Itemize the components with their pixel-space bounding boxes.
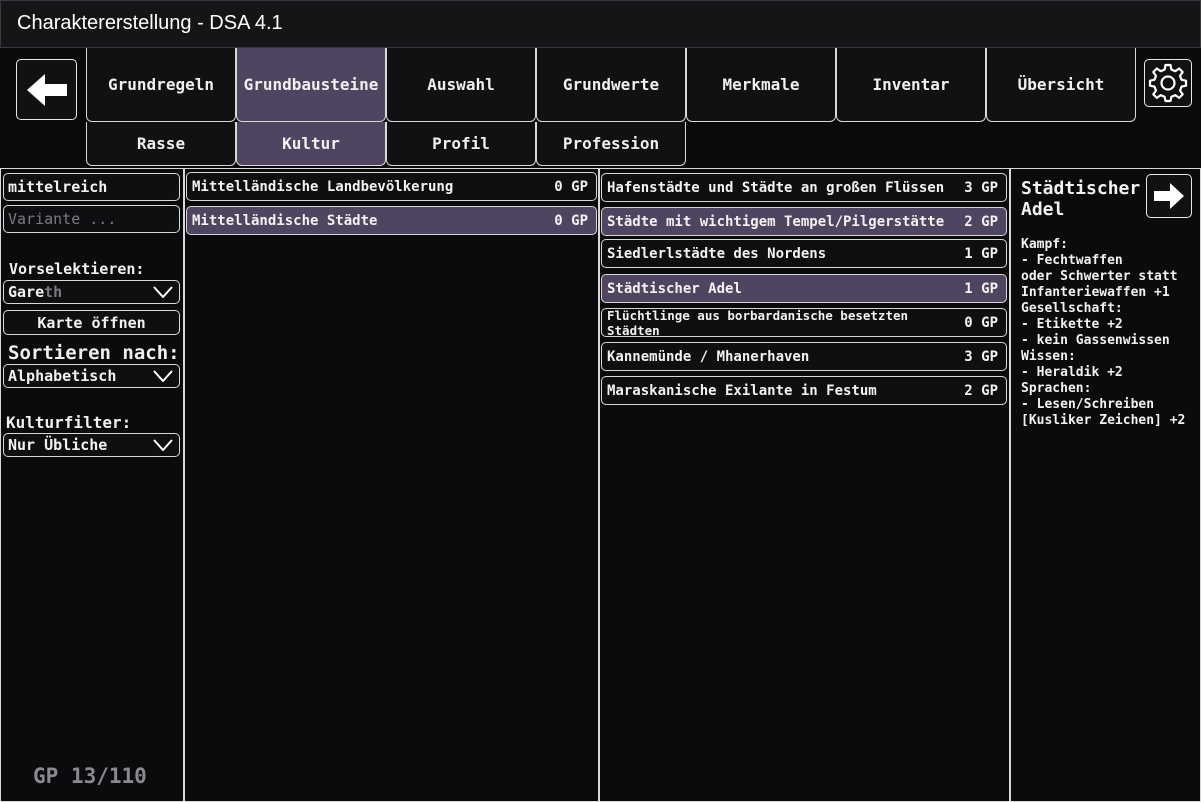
list-item[interactable]: Maraskanische Exilante in Festum 2 GP	[601, 376, 1007, 405]
tab-inventar[interactable]: Inventar	[836, 48, 986, 122]
tab-label: Profession	[562, 134, 660, 153]
preselect-label: Vorselektieren:	[9, 260, 145, 278]
tab-grundbausteine[interactable]: Grundbausteine	[236, 48, 386, 122]
variant-gp: 3 GP	[964, 179, 998, 196]
subtab-profession[interactable]: Profession	[536, 122, 686, 166]
variant-name: Maraskanische Exilante in Festum	[607, 382, 877, 399]
window-title: Charaktererstellung - DSA 4.1	[17, 12, 283, 34]
chevron-down-icon	[153, 370, 173, 382]
arrow-left-icon	[26, 73, 67, 106]
detail-title: Städtischer Adel	[1021, 178, 1141, 220]
tab-label: Inventar	[872, 75, 950, 94]
variant-gp: 0 GP	[964, 314, 998, 331]
variant-name: Siedlerlstädte des Nordens	[607, 245, 827, 262]
tab-label: Auswahl	[427, 75, 495, 94]
chevron-down-icon	[153, 439, 173, 451]
list-item[interactable]: Siedlerlstädte des Nordens 1 GP	[601, 239, 1007, 268]
tab-label: Profil	[432, 134, 490, 153]
variant-input-placeholder: Variante ...	[8, 210, 117, 228]
variant-gp: 1 GP	[964, 280, 998, 297]
tab-grundregeln[interactable]: Grundregeln	[86, 48, 236, 122]
back-button[interactable]	[16, 59, 77, 120]
tab-merkmale[interactable]: Merkmale	[686, 48, 836, 122]
tab-label: Grundbausteine	[243, 75, 379, 94]
search-input[interactable]: mittelreich	[3, 173, 180, 201]
variant-name: Städtischer Adel	[607, 280, 742, 297]
tab-auswahl[interactable]: Auswahl	[386, 48, 536, 122]
sort-dropdown[interactable]: Alphabetisch	[3, 364, 180, 388]
detail-line: Infanteriewaffen +1	[1021, 285, 1170, 300]
culture-list-panel	[184, 168, 599, 802]
culture-gp: 0 GP	[554, 212, 588, 229]
variant-gp: 2 GP	[964, 382, 998, 399]
variant-name: Kannemünde / Mhanerhaven	[607, 348, 810, 365]
list-item[interactable]: Städtischer Adel 1 GP	[601, 274, 1007, 303]
list-item[interactable]: Flüchtlinge aus borbardanische besetzten…	[601, 307, 1007, 338]
chevron-down-icon	[153, 286, 173, 298]
variant-name: Hafenstädte und Städte an großen Flüssen	[607, 179, 945, 196]
tab-label: Übersicht	[1017, 75, 1105, 94]
detail-line: - Fechtwaffen	[1021, 253, 1123, 268]
variant-gp: 1 GP	[964, 245, 998, 262]
detail-title-line: Adel	[1021, 199, 1065, 220]
subtab-rasse[interactable]: Rasse	[86, 122, 236, 166]
list-item[interactable]: Kannemünde / Mhanerhaven 3 GP	[601, 342, 1007, 371]
detail-line: Kampf:	[1021, 237, 1068, 252]
culture-gp: 0 GP	[554, 178, 588, 195]
list-item[interactable]: Hafenstädte und Städte an großen Flüssen…	[601, 173, 1007, 202]
settings-button[interactable]	[1144, 59, 1192, 107]
sort-label: Sortieren nach:	[8, 342, 180, 364]
preselect-dropdown[interactable]: Gare th	[3, 280, 180, 304]
detail-title-line: Städtischer	[1021, 178, 1141, 199]
preselect-value: Gare	[8, 283, 45, 301]
list-item[interactable]: Mittelländische Städte 0 GP	[186, 206, 597, 235]
arrow-right-icon	[1154, 183, 1184, 209]
tab-grundwerte[interactable]: Grundwerte	[536, 48, 686, 122]
tab-label: Kultur	[282, 134, 340, 153]
detail-line: - Heraldik +2	[1021, 365, 1123, 380]
culture-filter-value: Nur Übliche	[8, 436, 108, 454]
detail-line: oder Schwerter statt	[1021, 269, 1178, 284]
detail-line: Sprachen:	[1021, 381, 1092, 396]
preselect-autocomplete-hint: th	[44, 283, 63, 301]
title-bar: Charaktererstellung - DSA 4.1	[0, 0, 1201, 48]
list-item[interactable]: Mittelländische Landbevölkerung 0 GP	[186, 172, 597, 201]
sort-value: Alphabetisch	[8, 367, 117, 385]
culture-name: Mittelländische Städte	[192, 212, 378, 229]
variant-gp: 2 GP	[964, 213, 998, 230]
open-map-label: Karte öffnen	[37, 313, 146, 332]
culture-name: Mittelländische Landbevölkerung	[192, 178, 454, 195]
tab-label: Merkmale	[722, 75, 800, 94]
search-input-value: mittelreich	[8, 178, 108, 196]
detail-line: - kein Gassenwissen	[1021, 333, 1170, 348]
culture-filter-label: Kulturfilter:	[6, 413, 132, 432]
variant-name: Städte mit wichtigem Tempel/Pilgerstätte	[607, 213, 945, 230]
detail-line: [Kusliker Zeichen] +2	[1021, 413, 1186, 428]
tab-uebersicht[interactable]: Übersicht	[986, 48, 1136, 122]
tab-label: Grundwerte	[562, 75, 660, 94]
variant-name: Flüchtlinge aus borbardanische besetzten…	[607, 307, 909, 338]
tab-label: Rasse	[136, 134, 186, 153]
gp-total: GP 13/110	[33, 764, 147, 788]
open-map-button[interactable]: Karte öffnen	[3, 310, 180, 335]
list-item[interactable]: Städte mit wichtigem Tempel/Pilgerstätte…	[601, 207, 1007, 236]
culture-filter-dropdown[interactable]: Nur Übliche	[3, 433, 180, 457]
next-button[interactable]	[1146, 174, 1192, 218]
detail-line: Gesellschaft:	[1021, 301, 1123, 316]
subtab-kultur[interactable]: Kultur	[236, 122, 386, 166]
variant-input[interactable]: Variante ...	[3, 205, 180, 233]
gear-icon	[1148, 63, 1188, 103]
detail-description: Kampf: - Fechtwaffen oder Schwerter stat…	[1021, 237, 1185, 429]
detail-line: - Lesen/Schreiben	[1021, 397, 1155, 412]
detail-line: - Etikette +2	[1021, 317, 1123, 332]
variant-gp: 3 GP	[964, 348, 998, 365]
detail-line: Wissen:	[1021, 349, 1076, 364]
subtab-profil[interactable]: Profil	[386, 122, 536, 166]
tab-label: Grundregeln	[108, 75, 214, 94]
